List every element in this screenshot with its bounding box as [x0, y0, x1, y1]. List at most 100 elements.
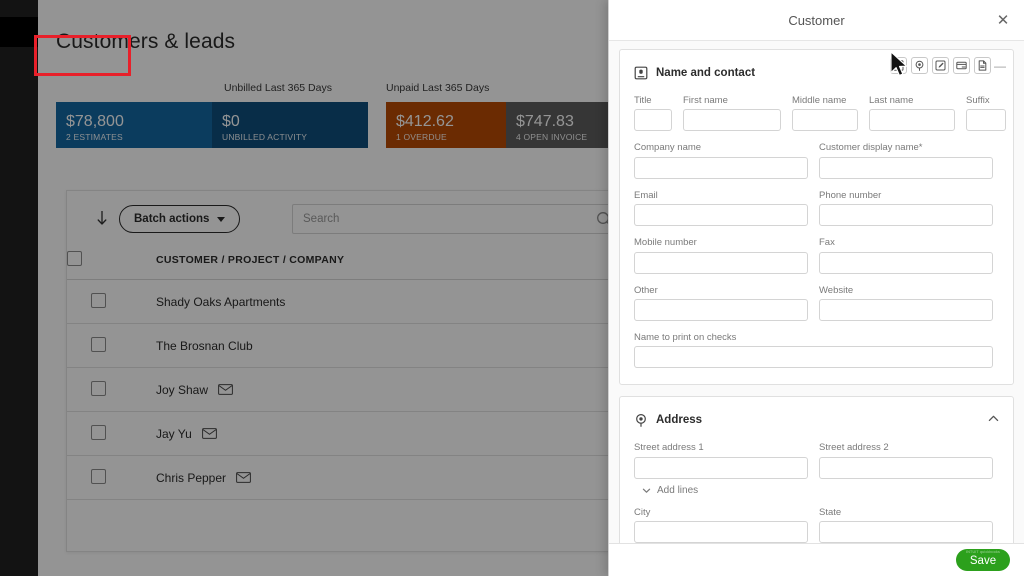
field-city: City — [634, 507, 808, 543]
company-name-input[interactable] — [634, 156, 808, 179]
envelope-icon[interactable] — [236, 472, 251, 483]
form-row-other-website: Other Website — [634, 285, 999, 321]
row-select-cell — [67, 323, 156, 368]
batch-actions-button[interactable]: Batch actions — [119, 205, 241, 233]
id-card-icon — [634, 66, 648, 80]
kpi-group-estimates: $78,800 2 ESTIMATES $0 UNBILLED ACTIVITY — [56, 102, 368, 148]
kpi-caption-unbilled: Unbilled Last 365 Days — [224, 82, 332, 94]
phone-number-input[interactable] — [819, 204, 993, 227]
add-lines-button[interactable]: Add lines — [634, 485, 999, 496]
form-row-email-phone: Email Phone number — [634, 189, 999, 227]
other-input[interactable] — [634, 298, 808, 321]
form-row-mobile-fax: Mobile number Fax — [634, 237, 999, 274]
chevron-up-icon[interactable] — [987, 412, 1000, 425]
last-name-input[interactable] — [869, 109, 955, 132]
form-row-name: Title First name Middle name Last name S… — [634, 95, 1006, 132]
page-title: Customers & leads — [56, 30, 236, 53]
kpi-sublabel: 1 OVERDUE — [396, 132, 447, 143]
sort-arrow-icon[interactable] — [95, 209, 109, 229]
field-label: Street address 2 — [819, 442, 889, 454]
row-checkbox[interactable] — [91, 336, 106, 352]
field-label: Email — [634, 189, 658, 201]
row-select-cell — [67, 279, 156, 324]
form-row-company: Company name Customer display name* — [634, 142, 999, 179]
row-checkbox[interactable] — [91, 380, 106, 396]
field-mobile-number: Mobile number — [634, 237, 808, 274]
mobile-number-input[interactable] — [634, 251, 808, 274]
section-name-and-contact: — Name and contact Title First name Midd… — [619, 49, 1014, 386]
row-select-cell — [67, 367, 156, 412]
add-lines-label: Add lines — [657, 484, 699, 496]
row-checkbox[interactable] — [91, 424, 106, 440]
title-input[interactable] — [634, 109, 672, 132]
quick-action-toolbar: — — [890, 57, 1006, 74]
collapse-panel-icon[interactable]: — — [994, 57, 1006, 74]
kpi-tile-overdue[interactable]: $412.62 1 OVERDUE — [386, 102, 506, 148]
field-email: Email — [634, 189, 808, 227]
location-pin-icon[interactable] — [911, 57, 928, 74]
nav-rail-block — [0, 17, 38, 47]
batch-actions-label: Batch actions — [134, 213, 210, 225]
panel-footer: INTUIT quickbooks Save — [609, 543, 1024, 576]
kpi-value: $78,800 — [66, 112, 124, 130]
search-box[interactable] — [292, 204, 622, 234]
middle-name-input[interactable] — [792, 109, 858, 132]
row-checkbox[interactable] — [91, 468, 106, 484]
field-company-name: Company name — [634, 142, 808, 179]
left-nav-rail[interactable] — [0, 0, 38, 576]
row-checkbox[interactable] — [91, 292, 106, 308]
field-label: Middle name — [792, 95, 847, 106]
search-input[interactable] — [293, 205, 621, 233]
field-label: Fax — [819, 237, 835, 249]
customer-name[interactable]: Shady Oaks Apartments — [156, 295, 285, 309]
first-name-input[interactable] — [683, 109, 781, 132]
street-address-2-input[interactable] — [819, 456, 993, 479]
kpi-caption-unpaid: Unpaid Last 365 Days — [386, 82, 490, 94]
close-icon[interactable]: ✕ — [994, 11, 1012, 29]
customer-name[interactable]: The Brosnan Club — [156, 339, 253, 353]
state-input[interactable] — [819, 521, 993, 543]
field-street-address-1: Street address 1 — [634, 442, 808, 479]
envelope-icon[interactable] — [218, 384, 233, 395]
document-icon[interactable] — [974, 57, 991, 74]
kpi-tile-estimates[interactable]: $78,800 2 ESTIMATES — [56, 102, 212, 148]
street-address-1-input[interactable] — [634, 456, 808, 479]
row-select-cell — [67, 411, 156, 456]
envelope-icon[interactable] — [201, 428, 217, 439]
field-label: Street address 1 — [634, 442, 704, 454]
field-label: State — [819, 506, 842, 518]
save-button-label: Save — [969, 555, 997, 567]
field-label: Company name — [634, 142, 702, 154]
section-title: Name and contact — [656, 67, 756, 79]
field-street-address-2: Street address 2 — [819, 442, 993, 479]
field-suffix: Suffix — [966, 95, 1006, 132]
payment-card-icon[interactable] — [953, 57, 970, 74]
id-card-icon[interactable] — [890, 57, 907, 74]
name-to-print-on-checks-input[interactable] — [634, 346, 993, 369]
suffix-input[interactable] — [966, 109, 1006, 132]
fax-input[interactable] — [819, 251, 993, 274]
save-button[interactable]: INTUIT quickbooks Save — [956, 549, 1010, 571]
chevron-down-icon — [642, 486, 651, 495]
edit-note-icon[interactable] — [932, 57, 949, 74]
kpi-sublabel: 2 ESTIMATES — [66, 132, 123, 143]
customer-name[interactable]: Joy Shaw — [156, 383, 208, 397]
customer-name[interactable]: Chris Pepper — [156, 471, 226, 485]
city-input[interactable] — [634, 521, 808, 543]
field-label: Name to print on checks — [634, 331, 737, 343]
field-label: Last name — [869, 95, 914, 106]
location-pin-icon — [634, 413, 648, 428]
field-label: Mobile number — [634, 237, 697, 249]
email-input[interactable] — [634, 204, 808, 227]
customer-name[interactable]: Jay Yu — [156, 427, 192, 441]
field-last-name: Last name — [869, 95, 955, 132]
website-input[interactable] — [819, 298, 993, 321]
customer-display-name-input[interactable] — [819, 156, 993, 179]
select-all-checkbox[interactable] — [67, 251, 82, 266]
kpi-sublabel: UNBILLED ACTIVITY — [222, 132, 308, 143]
kpi-tile-unbilled[interactable]: $0 UNBILLED ACTIVITY — [212, 102, 368, 148]
field-label: Other — [634, 284, 658, 296]
field-label: Website — [819, 284, 854, 296]
field-name-to-print-on-checks: Name to print on checks — [634, 331, 993, 369]
form-row-city-state: City State — [634, 507, 999, 543]
